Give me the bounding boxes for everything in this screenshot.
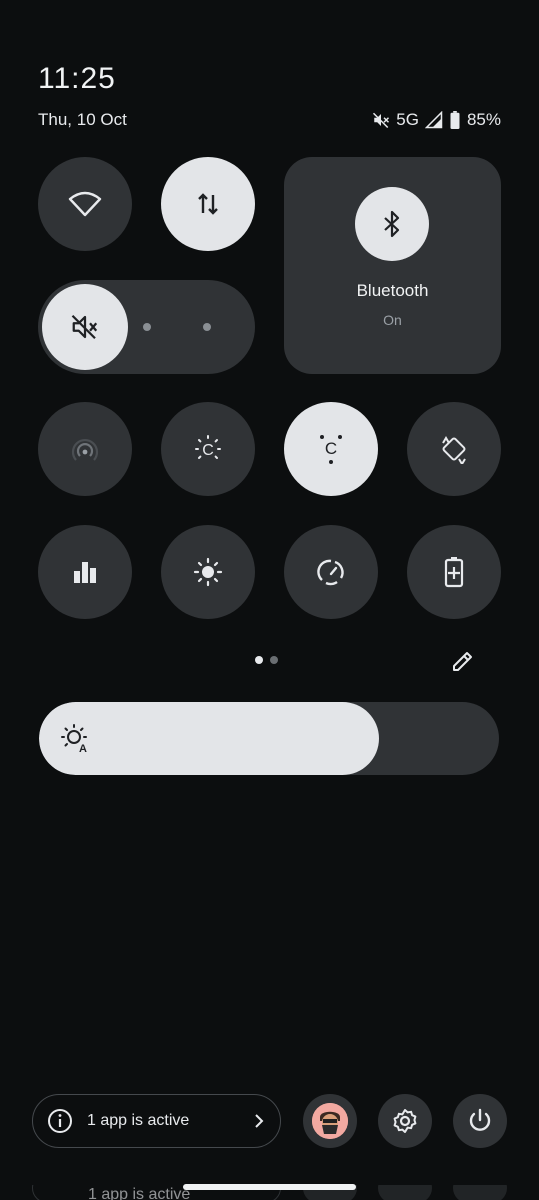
wifi-icon: [68, 191, 102, 217]
night-light-tile[interactable]: C: [161, 402, 255, 496]
gesture-nav-handle[interactable]: [183, 1184, 356, 1190]
sound-mode-ring-dot[interactable]: [203, 323, 211, 331]
active-apps-label-reflection: 1 app is active: [88, 1186, 191, 1200]
battery-icon: [450, 111, 460, 129]
page-indicator: [255, 656, 278, 664]
mute-icon: [373, 112, 390, 129]
brightness-slider[interactable]: A: [39, 702, 499, 775]
svg-text:A: A: [79, 743, 87, 754]
battery-saver-icon: [444, 557, 464, 588]
auto-rotate-tile[interactable]: [407, 402, 501, 496]
battery-saver-tile[interactable]: [407, 525, 501, 619]
active-apps-button[interactable]: 1 app is active: [32, 1094, 281, 1148]
avatar-face-icon: [312, 1103, 348, 1139]
network-type: 5G: [396, 110, 419, 129]
bluetooth-toggle[interactable]: [355, 187, 429, 261]
sound-mode-vibrate-dot[interactable]: [143, 323, 151, 331]
bluetooth-icon: [384, 210, 400, 238]
bluetooth-label: Bluetooth: [356, 281, 429, 300]
auto-rotate-icon: [442, 436, 466, 464]
page-dot-1: [255, 656, 263, 664]
night-light-icon: C: [195, 435, 221, 459]
wifi-tile[interactable]: [38, 157, 132, 251]
user-switcher-button[interactable]: [303, 1094, 357, 1148]
data-saver-tile[interactable]: [284, 525, 378, 619]
settings-icon: [393, 1109, 417, 1133]
mute-icon: [71, 314, 98, 340]
power-button[interactable]: [453, 1094, 507, 1148]
sound-mode-knob[interactable]: [42, 284, 128, 370]
auto-brightness-icon: A: [61, 724, 87, 754]
avatar: [312, 1103, 348, 1139]
info-icon: [48, 1109, 72, 1133]
reading-mode-icon: C: [320, 435, 342, 464]
chevron-right-icon: [255, 1114, 264, 1128]
hotspot-icon: [71, 438, 99, 461]
svg-text:C: C: [202, 442, 214, 459]
bluetooth-tile[interactable]: Bluetooth On: [284, 157, 501, 374]
hotspot-tile[interactable]: [38, 402, 132, 496]
data-saver-icon: [317, 559, 344, 586]
status-icons: 5G 85%: [372, 110, 501, 130]
signal-icon: [424, 111, 443, 129]
date[interactable]: Thu, 10 Oct: [38, 110, 127, 130]
mobile-data-tile[interactable]: [161, 157, 255, 251]
bluetooth-state: On: [383, 312, 402, 328]
clock[interactable]: 11:25: [38, 62, 116, 96]
power-icon: [469, 1108, 491, 1131]
settings-button[interactable]: [378, 1094, 432, 1148]
data-usage-tile[interactable]: [38, 525, 132, 619]
battery-percent: 85%: [466, 110, 501, 129]
brightness-icon: [193, 557, 223, 587]
sound-mode-slider[interactable]: [38, 280, 255, 374]
svg-text:C: C: [325, 439, 337, 458]
edit-tiles-button[interactable]: [446, 644, 480, 678]
reading-mode-tile[interactable]: C: [284, 402, 378, 496]
active-apps-label: 1 app is active: [87, 1112, 190, 1129]
brightness-tile[interactable]: [161, 525, 255, 619]
page-dot-2: [270, 656, 278, 664]
data-usage-icon: [74, 562, 96, 583]
data-arrows-icon: [198, 193, 218, 215]
pencil-icon: [453, 652, 472, 671]
